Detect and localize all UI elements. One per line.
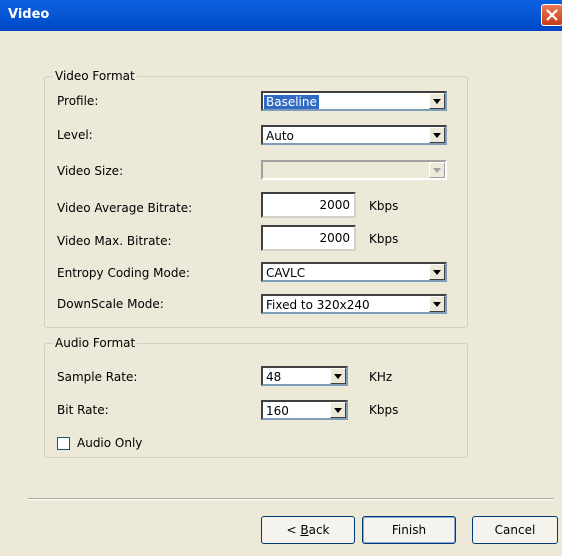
profile-label: Profile:: [57, 94, 99, 108]
sample-rate-unit: KHz: [369, 370, 393, 384]
cancel-button[interactable]: Cancel: [472, 516, 558, 544]
bit-rate-dropdown-button[interactable]: [330, 402, 346, 418]
profile-select[interactable]: Baseline: [261, 91, 447, 111]
bit-rate-select[interactable]: 160: [261, 400, 348, 420]
bit-rate-label: Bit Rate:: [57, 403, 109, 417]
avg-bitrate-input[interactable]: 2000: [261, 192, 356, 218]
back-rest: ack: [308, 523, 330, 537]
entropy-label: Entropy Coding Mode:: [57, 266, 190, 280]
close-button[interactable]: [541, 4, 562, 26]
avg-bitrate-unit: Kbps: [369, 199, 399, 213]
audio-only-checkbox[interactable]: [57, 437, 70, 450]
sample-rate-label: Sample Rate:: [57, 370, 138, 384]
avg-bitrate-value: 2000: [319, 198, 350, 212]
chevron-down-icon: [433, 270, 441, 275]
max-bitrate-value: 2000: [319, 231, 350, 245]
downscale-label: DownScale Mode:: [57, 297, 164, 311]
finish-button[interactable]: Finish: [362, 516, 456, 544]
bit-rate-unit: Kbps: [369, 403, 399, 417]
profile-value: Baseline: [264, 95, 319, 109]
title-bar[interactable]: Video: [0, 0, 562, 31]
button-separator: [28, 498, 554, 500]
video-size-label: Video Size:: [57, 164, 124, 178]
downscale-select[interactable]: Fixed to 320x240: [261, 294, 447, 314]
chevron-down-icon: [433, 99, 441, 104]
max-bitrate-label: Video Max. Bitrate:: [57, 234, 172, 248]
back-accelerator: B: [300, 523, 309, 537]
level-dropdown-button[interactable]: [429, 127, 445, 143]
chevron-down-icon: [334, 374, 342, 379]
max-bitrate-unit: Kbps: [369, 232, 399, 246]
level-value: Auto: [266, 129, 294, 143]
video-size-select[interactable]: [261, 160, 447, 180]
sample-rate-dropdown-button[interactable]: [330, 368, 346, 384]
level-select[interactable]: Auto: [261, 125, 447, 145]
bit-rate-value: 160: [266, 404, 289, 418]
window-title: Video: [8, 7, 50, 22]
entropy-value: CAVLC: [266, 266, 306, 280]
audio-format-title: Audio Format: [53, 336, 138, 350]
avg-bitrate-label: Video Average Bitrate:: [57, 201, 193, 215]
entropy-select[interactable]: CAVLC: [261, 262, 447, 282]
audio-only-label[interactable]: Audio Only: [77, 436, 142, 450]
profile-dropdown-button[interactable]: [429, 93, 445, 109]
sample-rate-value: 48: [266, 370, 282, 384]
chevron-down-icon: [334, 408, 342, 413]
chevron-down-icon: [433, 133, 441, 138]
downscale-value: Fixed to 320x240: [266, 298, 370, 312]
back-button[interactable]: < Back: [261, 516, 355, 544]
downscale-dropdown-button[interactable]: [429, 296, 445, 312]
cancel-label: Cancel: [494, 523, 536, 537]
video-format-title: Video Format: [53, 69, 137, 83]
sample-rate-select[interactable]: 48: [261, 366, 348, 386]
max-bitrate-input[interactable]: 2000: [261, 225, 356, 251]
video-size-dropdown-button[interactable]: [429, 162, 445, 178]
chevron-down-icon: [433, 302, 441, 307]
close-icon: [546, 9, 558, 21]
chevron-down-icon: [433, 168, 441, 173]
level-label: Level:: [57, 128, 93, 142]
back-prefix: <: [286, 523, 301, 537]
finish-label: Finish: [391, 523, 427, 537]
entropy-dropdown-button[interactable]: [429, 264, 445, 280]
